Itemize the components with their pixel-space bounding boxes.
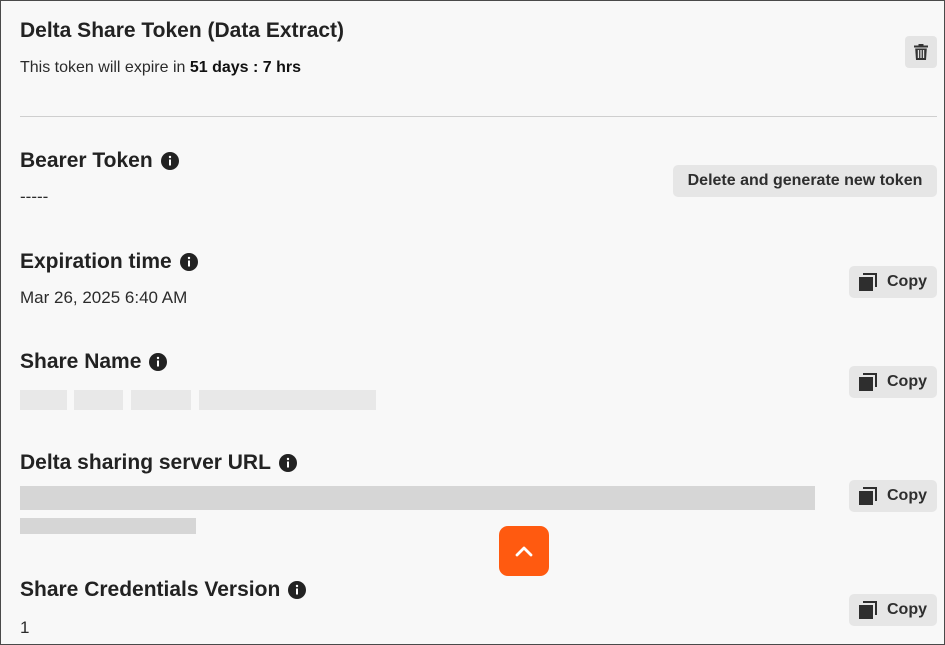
- copy-credentials-version-button[interactable]: Copy: [849, 594, 937, 626]
- expiration-time-label: Expiration time: [20, 250, 198, 274]
- trash-icon: [914, 44, 928, 60]
- copy-icon: [859, 487, 877, 505]
- page-title: Delta Share Token (Data Extract): [20, 19, 345, 42]
- share-name-label-text: Share Name: [20, 350, 142, 373]
- redacted-share-name-part: [20, 390, 67, 410]
- copy-label: Copy: [887, 487, 927, 504]
- expiration-time-value: Mar 26, 2025 6:40 AM: [20, 288, 188, 307]
- copy-label: Copy: [887, 601, 927, 618]
- info-icon[interactable]: [149, 353, 168, 371]
- copy-server-url-button[interactable]: Copy: [849, 480, 937, 512]
- copy-label: Copy: [887, 373, 927, 390]
- copy-share-name-button[interactable]: Copy: [849, 366, 937, 398]
- credentials-version-label-text: Share Credentials Version: [20, 578, 281, 601]
- token-header: Delta Share Token (Data Extract): [20, 19, 344, 43]
- copy-icon: [859, 373, 877, 391]
- redacted-share-name-part: [199, 390, 376, 410]
- regenerate-token-button[interactable]: Delete and generate new token: [673, 165, 937, 197]
- share-name-label: Share Name: [20, 350, 168, 374]
- copy-label: Copy: [887, 273, 927, 290]
- credentials-version-value: 1: [20, 618, 30, 637]
- scroll-to-top-button[interactable]: [499, 526, 549, 576]
- info-icon[interactable]: [160, 152, 179, 170]
- server-url-label-text: Delta sharing server URL: [20, 451, 271, 474]
- delete-token-button[interactable]: [905, 36, 937, 68]
- copy-expiration-button[interactable]: Copy: [849, 266, 937, 298]
- info-icon[interactable]: [288, 581, 307, 599]
- server-url-label: Delta sharing server URL: [20, 451, 297, 475]
- header-divider: [20, 116, 937, 117]
- info-icon[interactable]: [278, 454, 297, 472]
- bearer-token-label: Bearer Token: [20, 149, 179, 173]
- bearer-token-value: -----: [20, 187, 49, 206]
- redacted-server-url: [20, 486, 815, 510]
- redacted-share-name-part: [131, 390, 191, 410]
- copy-icon: [859, 601, 877, 619]
- bearer-token-label-text: Bearer Token: [20, 149, 153, 172]
- expiry-prefix: This token will expire in: [20, 59, 190, 76]
- credentials-version-label: Share Credentials Version: [20, 578, 307, 602]
- expiry-value: 51 days : 7 hrs: [189, 59, 302, 76]
- redacted-server-url: [20, 518, 196, 534]
- redacted-share-name-part: [74, 390, 123, 410]
- token-panel: Delta Share Token (Data Extract) This to…: [0, 0, 945, 645]
- copy-icon: [859, 273, 877, 291]
- expiry-text: This token will expire in 51 days : 7 hr…: [20, 59, 301, 77]
- chevron-up-icon: [515, 546, 533, 557]
- expiration-time-label-text: Expiration time: [20, 250, 172, 273]
- info-icon[interactable]: [179, 253, 198, 271]
